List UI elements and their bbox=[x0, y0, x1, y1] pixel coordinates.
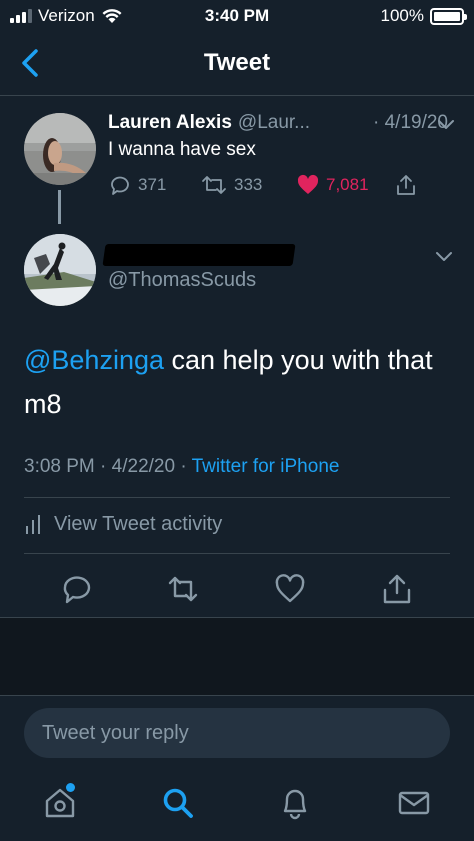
chevron-down-icon[interactable] bbox=[436, 118, 456, 132]
notifications-icon[interactable] bbox=[277, 785, 313, 821]
thread-line bbox=[58, 190, 61, 224]
chevron-down-icon[interactable] bbox=[434, 250, 454, 264]
tweet-text: @Behzinga can help you with that m8 bbox=[24, 338, 454, 426]
tweet-time: 3:08 PM bbox=[24, 456, 95, 477]
empty-replies-area bbox=[0, 617, 474, 695]
tweet-source[interactable]: Twitter for iPhone bbox=[192, 456, 340, 477]
messages-icon[interactable] bbox=[396, 785, 432, 821]
activity-label: View Tweet activity bbox=[54, 512, 223, 535]
author-handle[interactable]: @ThomasScuds bbox=[108, 269, 256, 292]
battery-label: 100% bbox=[380, 6, 424, 25]
tweet-text: I wanna have sex bbox=[108, 139, 256, 160]
page-title: Tweet bbox=[203, 49, 271, 76]
reply-count: 371 bbox=[138, 175, 167, 194]
retweet-count: 333 bbox=[234, 175, 263, 194]
reply-action[interactable]: 371 bbox=[108, 173, 166, 197]
tweet-actions: 371 333 7,081 bbox=[108, 173, 428, 199]
tweet-activity-link[interactable]: View Tweet activity bbox=[24, 512, 222, 536]
reply-icon bbox=[111, 176, 129, 195]
tweet-header: Lauren Alexis @Laur... · 4/19/20 bbox=[108, 112, 448, 134]
battery-group: 100% bbox=[380, 6, 467, 26]
bar-chart-icon bbox=[26, 515, 40, 534]
retweet-icon[interactable] bbox=[166, 572, 200, 606]
like-count: 7,081 bbox=[326, 175, 369, 194]
notification-dot bbox=[66, 783, 75, 792]
tweet-date: 4/22/20 bbox=[111, 456, 176, 477]
reply-icon[interactable] bbox=[60, 572, 94, 606]
author-handle[interactable]: @Laur... bbox=[238, 112, 310, 134]
mention-link[interactable]: @Behzinga bbox=[24, 345, 164, 375]
retweet-icon bbox=[202, 176, 226, 194]
like-action[interactable]: 7,081 bbox=[296, 173, 369, 197]
battery-icon bbox=[430, 7, 467, 25]
search-icon[interactable] bbox=[160, 785, 196, 821]
status-bar: Verizon 3:40 PM 100% bbox=[0, 0, 474, 32]
reply-input[interactable] bbox=[24, 708, 450, 758]
divider bbox=[24, 497, 450, 498]
author-name[interactable]: Lauren Alexis bbox=[108, 112, 232, 134]
redacted-name bbox=[102, 244, 296, 266]
original-tweet[interactable]: Lauren Alexis @Laur... · 4/19/20 I wanna… bbox=[0, 96, 474, 234]
share-icon bbox=[397, 175, 415, 195]
divider bbox=[24, 553, 450, 554]
heart-icon[interactable] bbox=[273, 572, 307, 606]
retweet-action[interactable]: 333 bbox=[200, 173, 262, 197]
tweet-meta: 3:08 PM · 4/22/20 · Twitter for iPhone bbox=[24, 456, 340, 477]
reply-bar bbox=[0, 695, 474, 771]
tweet-actions bbox=[0, 568, 474, 608]
heart-filled-icon bbox=[297, 174, 319, 194]
avatar[interactable] bbox=[24, 234, 96, 306]
share-icon[interactable] bbox=[380, 572, 414, 606]
share-action[interactable] bbox=[394, 173, 418, 197]
avatar[interactable] bbox=[24, 113, 96, 185]
tab-bar bbox=[0, 771, 474, 841]
nav-bar: Tweet bbox=[0, 32, 474, 96]
